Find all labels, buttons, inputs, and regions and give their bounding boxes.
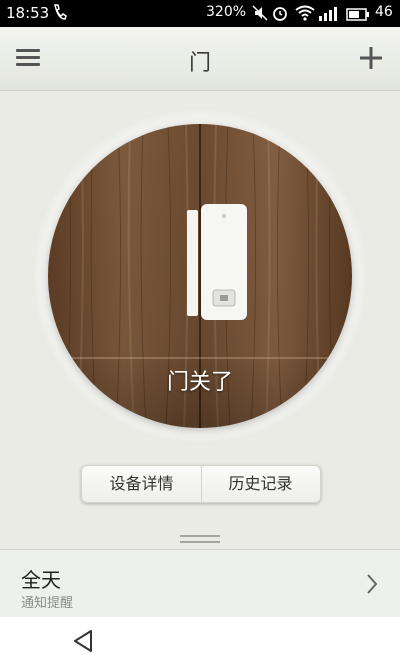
status-time: 18:53 — [6, 4, 50, 22]
chevron-right-icon — [366, 573, 378, 599]
app-header: 门 — [0, 27, 400, 91]
plus-icon[interactable] — [356, 43, 386, 73]
network-type: 46 — [375, 4, 393, 20]
door-illustration: 门关了 — [48, 124, 352, 428]
door-status-text: 门关了 — [166, 370, 233, 395]
back-triangle-icon[interactable] — [72, 629, 94, 657]
mute-icon — [252, 5, 268, 25]
battery-icon — [346, 7, 370, 25]
notification-period: 全天 — [21, 568, 61, 592]
notification-setting-row[interactable]: 全天 通知提醒 — [0, 549, 400, 618]
wifi-icon — [295, 5, 315, 25]
device-details-button[interactable]: 设备详情 — [82, 466, 202, 502]
alarm-icon — [271, 5, 289, 25]
phone-icon — [52, 3, 68, 25]
drag-handle[interactable] — [180, 535, 220, 545]
system-nav-bar — [0, 617, 400, 666]
page-title: 门 — [188, 51, 211, 76]
notification-label: 通知提醒 — [21, 596, 74, 611]
status-bar: 18:53 320% 46 — [0, 0, 400, 27]
battery-percent: 320% — [206, 4, 247, 20]
signal-icon — [319, 5, 341, 25]
device-tabs: 设备详情 历史记录 — [81, 465, 321, 503]
history-button[interactable]: 历史记录 — [201, 466, 320, 502]
